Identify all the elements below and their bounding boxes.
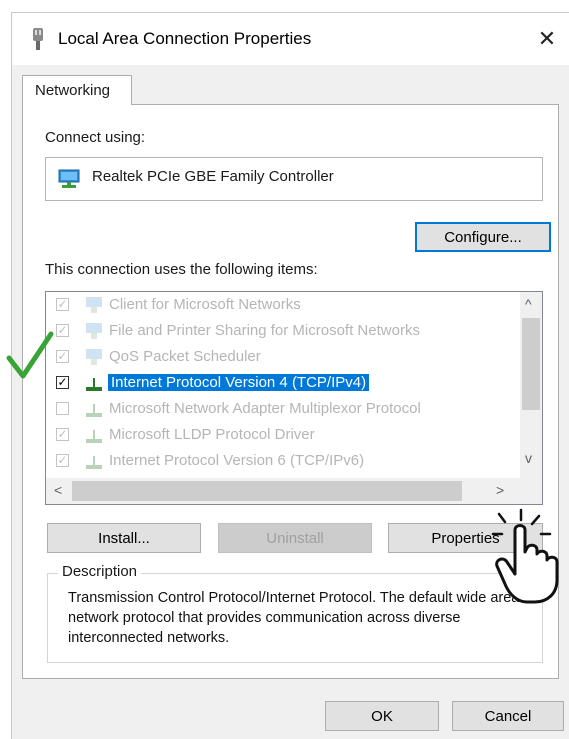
- protocol-icon: [86, 456, 102, 469]
- protocol-icon: [86, 404, 102, 417]
- tab-networking[interactable]: Networking: [22, 75, 132, 105]
- scroll-left-icon[interactable]: <: [54, 482, 62, 498]
- hand-pointer-icon: [491, 508, 559, 604]
- title-bar: Local Area Connection Properties ✕: [12, 13, 569, 65]
- components-list[interactable]: ✓ Client for Microsoft Networks ✓ File a…: [45, 291, 543, 505]
- protocol-icon: [86, 430, 102, 443]
- network-cable-icon: [33, 28, 43, 50]
- item-label: QoS Packet Scheduler: [109, 348, 261, 365]
- item-checkbox[interactable]: ✓: [56, 298, 69, 311]
- scroll-down-icon[interactable]: v: [525, 450, 532, 466]
- scroll-right-icon[interactable]: >: [496, 482, 504, 498]
- item-checkbox[interactable]: ✓: [56, 376, 69, 389]
- description-text: Transmission Control Protocol/Internet P…: [68, 590, 520, 646]
- items-label: This connection uses the following items…: [45, 261, 318, 278]
- horizontal-scroll-thumb[interactable]: [72, 481, 462, 501]
- adapter-name: Realtek PCIe GBE Family Controller: [92, 168, 334, 185]
- adapter-field: Realtek PCIe GBE Family Controller: [45, 157, 543, 201]
- item-checkbox[interactable]: ✓: [56, 454, 69, 467]
- close-icon: ✕: [537, 26, 557, 51]
- description-legend: Description: [58, 563, 142, 580]
- protocol-icon: [86, 378, 102, 391]
- window-title: Local Area Connection Properties: [58, 29, 312, 48]
- vertical-scroll-thumb[interactable]: [522, 318, 540, 410]
- network-adapter-icon: [58, 169, 80, 188]
- list-item[interactable]: ✓ Microsoft LLDP Protocol Driver: [46, 422, 516, 448]
- horizontal-scrollbar[interactable]: < >: [46, 478, 542, 504]
- networking-panel: Connect using: Realtek PCIe GBE Family C…: [22, 104, 559, 679]
- description-group: Description Transmission Control Protoco…: [47, 563, 543, 663]
- file-sharing-network-icon: [86, 323, 102, 339]
- item-checkbox[interactable]: [56, 402, 69, 415]
- item-label: Client for Microsoft Networks: [109, 296, 301, 313]
- connect-using-label: Connect using:: [45, 129, 146, 146]
- list-item-selected[interactable]: ✓ Internet Protocol Version 4 (TCP/IPv4): [46, 370, 516, 396]
- close-button[interactable]: ✕: [524, 13, 569, 65]
- item-checkbox[interactable]: ✓: [56, 324, 69, 337]
- vertical-scrollbar[interactable]: ^ v: [520, 292, 542, 478]
- green-checkmark-icon: [6, 331, 54, 379]
- item-checkbox[interactable]: ✓: [56, 350, 69, 363]
- scroll-up-icon[interactable]: ^: [525, 296, 532, 312]
- item-label: Microsoft LLDP Protocol Driver: [109, 426, 315, 443]
- item-label: Internet Protocol Version 4 (TCP/IPv4): [108, 374, 370, 391]
- cancel-button[interactable]: Cancel: [452, 701, 564, 731]
- properties-dialog: Local Area Connection Properties ✕ Netwo…: [11, 12, 569, 739]
- item-label: Microsoft Network Adapter Multiplexor Pr…: [109, 400, 421, 417]
- item-checkbox[interactable]: ✓: [56, 428, 69, 441]
- list-item[interactable]: ✓ QoS Packet Scheduler: [46, 344, 516, 370]
- uninstall-button[interactable]: Uninstall: [218, 523, 372, 553]
- qos-network-icon: [86, 349, 102, 365]
- client-network-icon: [86, 297, 102, 313]
- list-item[interactable]: Microsoft Network Adapter Multiplexor Pr…: [46, 396, 516, 422]
- configure-button[interactable]: Configure...: [415, 222, 551, 252]
- ok-button[interactable]: OK: [325, 701, 439, 731]
- item-label: Internet Protocol Version 6 (TCP/IPv6): [109, 452, 365, 469]
- install-button[interactable]: Install...: [47, 523, 201, 553]
- list-item[interactable]: ✓ Client for Microsoft Networks: [46, 292, 516, 318]
- list-item[interactable]: ✓ File and Printer Sharing for Microsoft…: [46, 318, 516, 344]
- item-label: File and Printer Sharing for Microsoft N…: [109, 322, 420, 339]
- list-item[interactable]: ✓ Internet Protocol Version 6 (TCP/IPv6): [46, 448, 516, 474]
